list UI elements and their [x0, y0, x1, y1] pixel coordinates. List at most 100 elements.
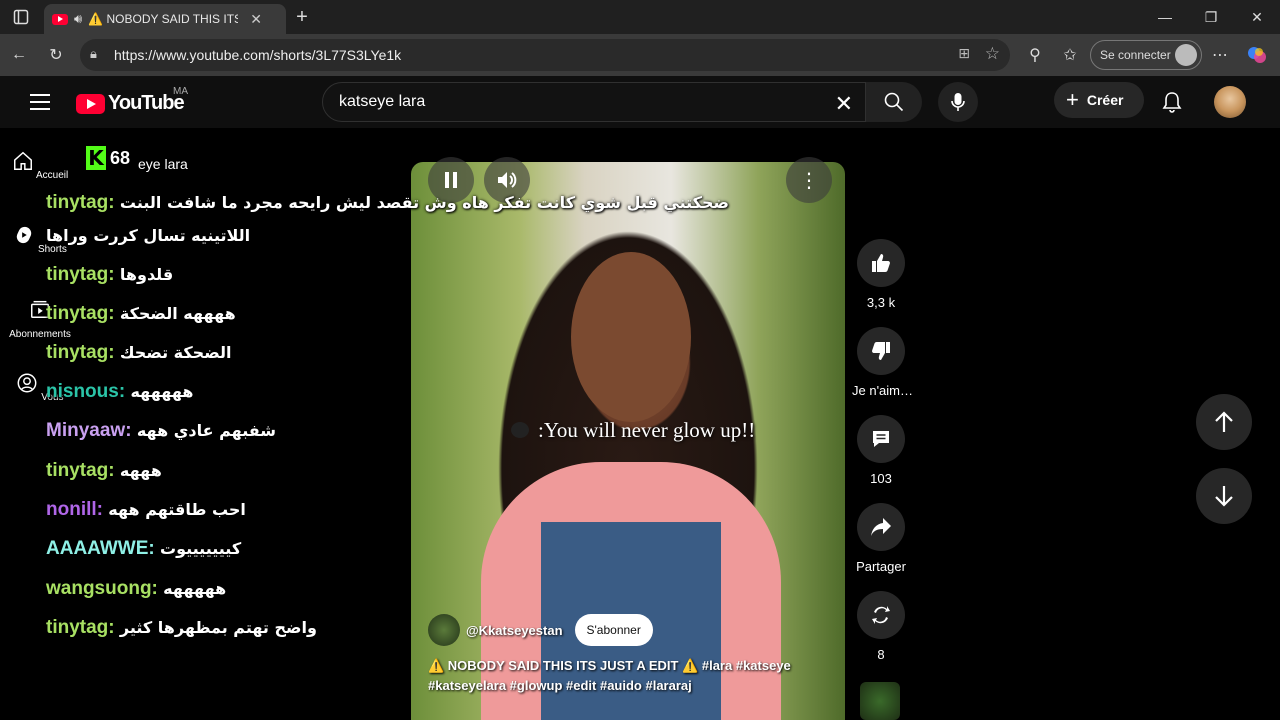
user-icon [18, 373, 37, 393]
youtube-logo[interactable]: YouTube [76, 92, 185, 115]
chat-message: wangsuong: هههههه [46, 578, 226, 600]
chat-nick: tinytag: [46, 342, 115, 363]
search-value: katseye lara [339, 93, 426, 110]
chat-text: واضح تهتم بمظهرها كثير [119, 618, 317, 637]
chat-message: tinytag: واضح تهتم بمظهرها كثير [46, 617, 317, 639]
chat-text: الضحكة تضحك [119, 343, 232, 362]
chat-nick: AAAAWWE: [46, 538, 155, 559]
thumbs-up-icon [872, 254, 890, 272]
viewer-count: 68 [110, 147, 131, 168]
tab-title: ⚠️ NOBODY SAID THIS ITS JUST A EDIT [88, 12, 239, 26]
shorts-icon [16, 226, 32, 244]
chat-text: ههههه الضحكة [119, 304, 236, 323]
chat-message: nisnous: هههههه [46, 381, 194, 403]
video-description[interactable]: ⚠️ NOBODY SAID THIS ITS JUST A EDIT ⚠️ #… [428, 656, 828, 696]
mic-icon [951, 93, 965, 111]
minimize-icon[interactable]: — [1142, 0, 1188, 34]
url-text: https://www.youtube.com/shorts/3L77S3LYe… [114, 47, 402, 63]
new-tab-icon[interactable]: + [289, 4, 315, 30]
video-more-options-icon[interactable]: ⋮ [786, 157, 832, 203]
copilot-icon[interactable] [1244, 42, 1270, 68]
country-code: MA [173, 86, 188, 97]
search-button[interactable] [866, 82, 922, 122]
browser-toolbar: ← ↻ 🔒︎ https://www.youtube.com/shorts/3L… [0, 34, 1280, 76]
arrow-down-icon [1215, 486, 1233, 507]
voice-search-button[interactable] [938, 82, 978, 122]
share-action: Partager [852, 503, 910, 574]
browser-tab[interactable]: 🔊︎ ⚠️ NOBODY SAID THIS ITS JUST A EDIT ✕ [44, 4, 286, 34]
home-icon [13, 151, 32, 170]
subscribe-button[interactable]: S'abonner [574, 614, 653, 646]
chat-nick: tinytag: [46, 617, 115, 638]
previous-short-button[interactable] [1196, 394, 1252, 450]
dislike-action: Je n'aim… [852, 327, 913, 398]
youtube-logo-icon [76, 93, 105, 114]
favorite-star-icon[interactable]: ☆ [985, 44, 1000, 64]
sound-thumbnail[interactable] [860, 682, 900, 720]
address-bar[interactable]: 🔒︎ https://www.youtube.com/shorts/3L77S3… [80, 39, 1010, 71]
youtube-favicon-icon [52, 13, 68, 25]
chat-message: tinytag: ضحكتني قبل شوي كانت تفكر هاه وش… [46, 192, 729, 214]
like-button[interactable] [857, 239, 905, 287]
notifications-bell-icon[interactable] [1160, 90, 1184, 114]
chat-continuation: اللاتينيه تسال كررت وراها [46, 226, 251, 245]
more-menu-icon[interactable]: ⋯ [1207, 42, 1233, 68]
create-label: Créer [1086, 92, 1124, 108]
video-frame-face [571, 252, 691, 422]
chat-message: AAAAWWE: كيييييييوت [46, 538, 241, 560]
dislike-button[interactable] [857, 327, 905, 375]
menu-icon[interactable] [30, 94, 50, 110]
chat-nick: Minyaaw: [46, 420, 132, 441]
remix-icon [872, 606, 890, 624]
profile-icon [1175, 44, 1197, 66]
remix-button[interactable] [857, 591, 905, 639]
extensions-icon[interactable]: ⚲ [1022, 42, 1048, 68]
tab-actions-icon[interactable] [8, 4, 34, 30]
chat-message: Minyaaw: شفبهم عادي ههه [46, 420, 276, 442]
browser-tabbar: 🔊︎ ⚠️ NOBODY SAID THIS ITS JUST A EDIT ✕… [0, 0, 1280, 34]
share-icon [871, 518, 891, 536]
next-short-button[interactable] [1196, 468, 1252, 524]
account-avatar[interactable] [1214, 86, 1246, 118]
tab-close-icon[interactable]: ✕ [250, 11, 262, 28]
share-label: Partager [856, 559, 906, 574]
chat-text: كيييييييوت [159, 539, 242, 558]
back-icon[interactable]: ← [6, 42, 32, 68]
video-subtitle: :You will never glow up!! [538, 418, 756, 442]
like-count: 3,3 k [866, 295, 896, 310]
comments-action: 103 [852, 415, 910, 486]
sidebar-label-shorts: Shorts [37, 244, 67, 255]
chat-text: احب طاقتهم ههه [108, 500, 246, 519]
channel-avatar[interactable] [428, 614, 460, 646]
site-info-icon[interactable]: 🔒︎ [90, 46, 106, 62]
chat-nick: nisnous: [46, 381, 126, 402]
kick-viewer-badge: K 68 [82, 144, 138, 172]
search-input[interactable]: katseye lara ✕ [322, 82, 866, 122]
favorites-icon[interactable]: ✩ [1057, 42, 1083, 68]
chat-nick: nonill: [46, 499, 103, 520]
volume-icon [498, 172, 517, 188]
close-window-icon[interactable]: ✕ [1234, 0, 1280, 34]
clear-search-icon[interactable]: ✕ [835, 91, 853, 117]
chat-text: هههههه [163, 579, 227, 598]
remix-action: 8 [852, 591, 910, 662]
sidebar-item-home[interactable]: Accueil [0, 150, 80, 181]
comments-button[interactable] [857, 415, 905, 463]
remix-count: 8 [877, 647, 885, 662]
youtube-header: YouTube MA katseye lara ✕ + Créer [0, 76, 1280, 128]
channel-name[interactable]: @Kkatseyestan [466, 623, 563, 638]
chat-nick: tinytag: [46, 303, 115, 324]
create-button[interactable]: + Créer [1054, 82, 1144, 118]
signin-button[interactable]: Se connecter [1090, 40, 1202, 70]
signin-label: Se connecter [1100, 48, 1171, 62]
kick-logo-icon: K [86, 146, 106, 170]
restore-icon[interactable]: ❐ [1188, 0, 1234, 34]
chat-text: هههههه [130, 382, 194, 401]
reload-icon[interactable]: ↻ [43, 42, 69, 68]
chat-nick: tinytag: [46, 264, 115, 285]
app-available-icon[interactable]: ⊞ [958, 45, 970, 62]
share-button[interactable] [857, 503, 905, 551]
chat-nick: tinytag: [46, 192, 115, 213]
comment-icon [873, 431, 889, 447]
speaker-icon[interactable]: 🔊︎ [74, 11, 82, 27]
